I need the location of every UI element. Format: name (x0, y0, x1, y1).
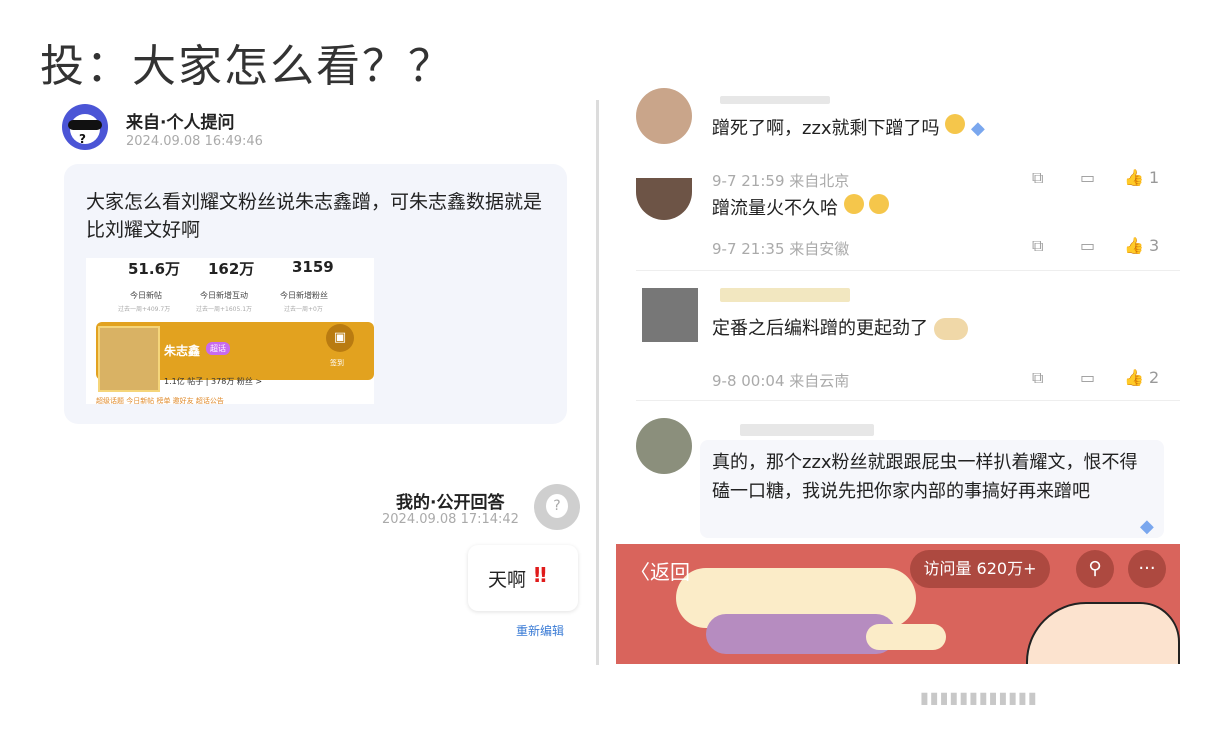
fish-emoji-icon (933, 318, 968, 340)
post-title: 投：大家怎么看？？ (40, 41, 454, 92)
thumbs-up-icon: 👍 (1124, 168, 1144, 187)
share-icon[interactable]: ⧉ (1032, 168, 1043, 188)
question-mark-icon: ? (546, 494, 568, 518)
share-icon[interactable]: ⧉ (1032, 368, 1043, 388)
topic-sub-line: 1.1亿 帖子 | 378万 粉丝 > (164, 377, 263, 386)
topic-bottom-strip: 超级话题 今日新帖 榜单 邀好友 超话公告 (96, 397, 224, 404)
commenter-avatar[interactable] (636, 418, 692, 474)
reedit-link[interactable]: 重新编辑 (516, 622, 564, 639)
comment-body: 蹭流量火不久哈 (712, 198, 838, 219)
topic-photo (98, 326, 160, 392)
blurred-username (720, 288, 850, 302)
stat-sub: 过去一周+1605.1万 (196, 306, 253, 313)
watermark: ▮▮▮▮▮▮▮▮▮▮▮▮ (920, 688, 1038, 707)
checkin-icon: ▣ (326, 324, 354, 352)
like-button[interactable]: 👍 2 (1124, 368, 1159, 387)
diamond-icon: ◆ (971, 118, 985, 139)
fearful-emoji-icon (843, 194, 864, 214)
more-icon[interactable]: ··· (1128, 550, 1166, 588)
diamond-icon: ◆ (1140, 516, 1154, 537)
stat-value: 3159 (292, 258, 334, 276)
thumbs-up-icon: 👍 (1124, 368, 1144, 387)
stat-label: 今日新帖 (130, 291, 162, 300)
answer-text: 天啊 (488, 569, 527, 591)
checkin-label: 签到 (330, 359, 344, 367)
back-button[interactable]: 〈返回 (630, 556, 690, 585)
like-button[interactable]: 👍 3 (1124, 236, 1159, 255)
search-icon[interactable]: ⚲ (1076, 550, 1114, 588)
comment-text: 蹭死了啊，zzx就剩下蹭了吗 ◆ (712, 114, 985, 143)
answer-timestamp: 2024.09.08 17:14:42 (382, 512, 519, 527)
fearful-emoji-icon (869, 194, 890, 214)
stat-value: 51.6万 (128, 260, 181, 278)
comment-meta: 9-7 21:35 来自安徽 (712, 240, 850, 258)
stat-label: 今日新增粉丝 (280, 291, 328, 300)
answerer-avatar: ? (534, 484, 580, 530)
back-label: 返回 (650, 560, 690, 584)
comment-text: 蹭流量火不久哈 (712, 194, 890, 223)
like-count: 1 (1149, 168, 1160, 187)
exclamation-icon: ‼ (534, 563, 547, 587)
crying-emoji-icon (945, 114, 966, 134)
comment-text: 真的，那个zzx粉丝就跟跟屁虫一样扒着耀文，恨不得磕一口糖，我说先把你家内部的事… (712, 452, 1138, 502)
cloud-shape (866, 624, 946, 650)
asker-avatar: ? (62, 104, 108, 150)
thumbs-up-icon: 👍 (1124, 236, 1144, 255)
like-button[interactable]: 👍 1 (1124, 168, 1159, 187)
like-count: 3 (1149, 236, 1160, 255)
topic-tag: 超话 (206, 342, 230, 355)
question-screenshot[interactable]: 51.6万 162万 3159 今日新帖 今日新增互动 今日新增粉丝 过去一周+… (86, 258, 374, 404)
topic-name: 朱志鑫 (164, 344, 201, 358)
comment-divider (636, 270, 1180, 271)
pane-divider (596, 100, 599, 665)
question-text: 大家怎么看刘耀文粉丝说朱志鑫蹭，可朱志鑫数据就是比刘耀文好啊 (86, 191, 543, 241)
reply-icon[interactable]: ▭ (1080, 236, 1095, 255)
question-timestamp: 2024.09.08 16:49:46 (126, 134, 263, 149)
answer-bubble: 天啊 ‼ (468, 545, 578, 611)
comment-body: 定番之后编料蹭的更起劲了 (712, 318, 928, 339)
commenter-avatar[interactable] (636, 88, 692, 144)
stat-sub: 过去一周+409.7万 (118, 306, 171, 313)
comment-body: 蹭死了啊，zzx就剩下蹭了吗 (712, 118, 940, 139)
reply-icon[interactable]: ▭ (1080, 368, 1095, 387)
stat-value: 162万 (208, 260, 255, 278)
answer-source-label: 我的·公开回答 (396, 493, 505, 513)
bottom-banner: 〈返回 访问量 620万+ ⚲ ··· (616, 544, 1180, 664)
stat-sub: 过去一周+0万 (284, 306, 323, 313)
blurred-username (720, 96, 830, 104)
blurred-username (740, 424, 874, 436)
question-source-label: 来自·个人提问 (126, 113, 235, 133)
visits-badge[interactable]: 访问量 620万+ (910, 550, 1050, 588)
share-icon[interactable]: ⧉ (1032, 236, 1043, 256)
stat-label: 今日新增互动 (200, 291, 248, 300)
comment-meta: 9-8 00:04 来自云南 (712, 372, 850, 390)
commenter-avatar[interactable] (642, 288, 698, 342)
like-count: 2 (1149, 368, 1160, 387)
chevron-left-icon: 〈 (630, 560, 650, 584)
commenter-avatar[interactable] (636, 178, 692, 220)
cartoon-character (1026, 602, 1180, 664)
comment-meta: 9-7 21:59 来自北京 (712, 172, 850, 190)
comment-text: 定番之后编料蹭的更起劲了 (712, 314, 968, 343)
reply-icon[interactable]: ▭ (1080, 168, 1095, 187)
comment-divider (636, 400, 1180, 401)
